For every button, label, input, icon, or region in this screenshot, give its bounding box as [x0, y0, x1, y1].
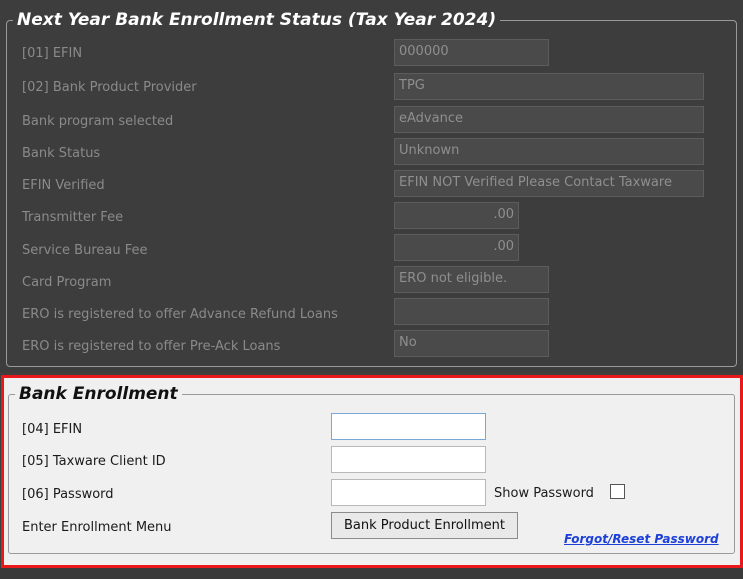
transmitter-fee-value: .00: [394, 202, 519, 229]
efin-verified-value: EFIN NOT Verified Please Contact Taxware: [394, 170, 704, 197]
bank-provider-value: TPG: [394, 73, 704, 100]
password-label: [06] Password: [22, 487, 114, 502]
password-input[interactable]: [331, 479, 486, 506]
pre-ack-value: No: [394, 330, 549, 357]
show-password-label: Show Password: [494, 486, 594, 501]
service-bureau-fee-value: .00: [394, 234, 519, 261]
client-id-input[interactable]: [331, 446, 486, 473]
bank-status-label: Bank Status: [22, 146, 101, 161]
client-id-label: [05] Taxware Client ID: [22, 454, 166, 469]
advance-refund-value: [394, 298, 549, 325]
advance-refund-label: ERO is registered to offer Advance Refun…: [22, 307, 338, 322]
card-program-label: Card Program: [22, 275, 112, 290]
forgot-reset-password-link[interactable]: Forgot/Reset Password: [564, 532, 719, 546]
window-bottom-edge: [0, 568, 743, 579]
efin-value: 000000: [394, 39, 549, 66]
service-bureau-fee-label: Service Bureau Fee: [22, 243, 148, 258]
efin-label: [01] EFIN: [22, 46, 83, 61]
enrollment-section-title: Bank Enrollment: [19, 384, 178, 404]
bank-product-enrollment-button[interactable]: Bank Product Enrollment: [331, 512, 518, 539]
bank-program-label: Bank program selected: [22, 114, 174, 129]
bank-program-value: eAdvance: [394, 106, 704, 133]
status-panel: Next Year Bank Enrollment Status (Tax Ye…: [0, 0, 743, 372]
enrollment-menu-label: Enter Enrollment Menu: [22, 520, 172, 535]
efin-verified-label: EFIN Verified: [22, 178, 105, 193]
enroll-efin-input[interactable]: [331, 413, 486, 440]
pre-ack-label: ERO is registered to offer Pre-Ack Loans: [22, 339, 281, 354]
status-section-title: Next Year Bank Enrollment Status (Tax Ye…: [17, 10, 497, 30]
enroll-efin-label: [04] EFIN: [22, 422, 83, 437]
bank-status-value: Unknown: [394, 138, 704, 165]
show-password-checkbox[interactable]: [610, 484, 625, 499]
transmitter-fee-label: Transmitter Fee: [22, 210, 124, 225]
card-program-value: ERO not eligible.: [394, 266, 549, 293]
bank-provider-label: [02] Bank Product Provider: [22, 80, 197, 95]
